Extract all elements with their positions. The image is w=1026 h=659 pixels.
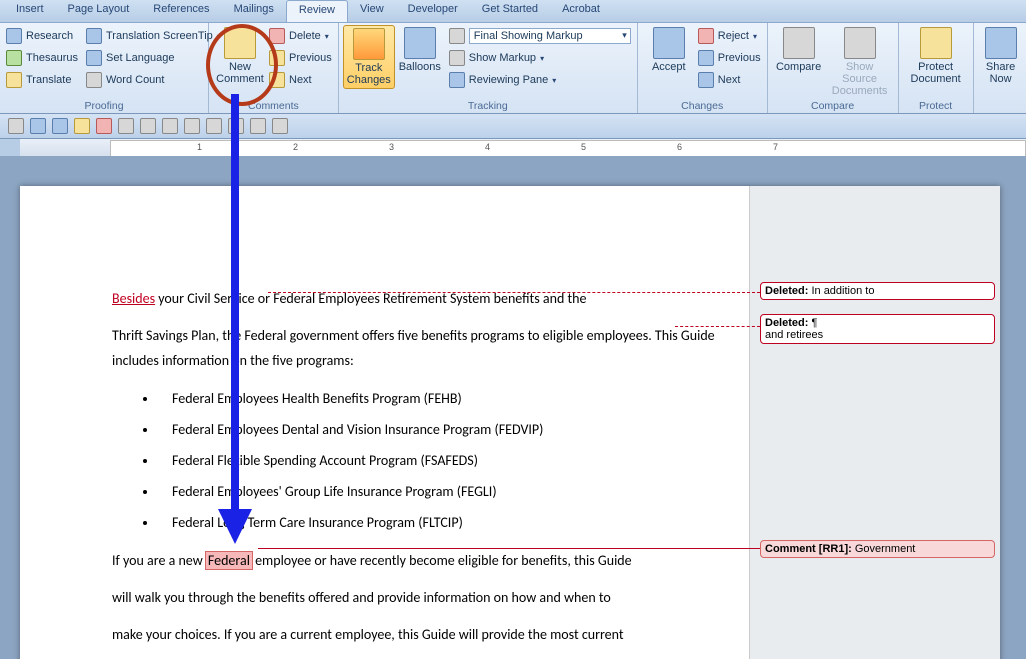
qat-align-icon[interactable] bbox=[184, 118, 200, 134]
quick-toolbar bbox=[0, 114, 1026, 139]
qat-save-icon[interactable] bbox=[206, 118, 222, 134]
tab-references[interactable]: References bbox=[141, 0, 221, 22]
qat-pilcrow-icon[interactable] bbox=[140, 118, 156, 134]
group-protect: Protect Document Protect bbox=[899, 23, 974, 113]
translate-button[interactable]: Translate bbox=[4, 71, 80, 89]
group-protect-title: Protect bbox=[903, 100, 969, 113]
protect-icon bbox=[920, 27, 952, 59]
display-icon bbox=[449, 28, 465, 44]
qat-new-icon[interactable] bbox=[8, 118, 24, 134]
track-changes-button[interactable]: Track Changes bbox=[343, 25, 395, 89]
word-count-button[interactable]: Word Count bbox=[84, 71, 223, 89]
markup-pane: Deleted: In addition to Deleted: ¶ and r… bbox=[749, 186, 1000, 659]
para2: Thrift Savings Plan, the Federal governm… bbox=[112, 323, 732, 373]
list-item: Federal Employees Dental and Vision Insu… bbox=[158, 417, 732, 442]
list-item: Federal Employees Health Benefits Progra… bbox=[158, 386, 732, 411]
reviewing-pane-button[interactable]: Reviewing Pane bbox=[447, 71, 633, 89]
group-tracking-title: Tracking bbox=[343, 100, 633, 113]
group-share: Share Now bbox=[974, 23, 1026, 113]
page: Besides your Civil Service or Federal Em… bbox=[20, 186, 1000, 659]
bullet-list: Federal Employees Health Benefits Progra… bbox=[158, 386, 732, 536]
tab-review[interactable]: Review bbox=[286, 0, 348, 22]
qat-print-icon[interactable] bbox=[228, 118, 244, 134]
list-item: Federal Flexible Spending Account Progra… bbox=[158, 448, 732, 473]
protect-document-button[interactable]: Protect Document bbox=[903, 25, 969, 87]
tab-get-started[interactable]: Get Started bbox=[470, 0, 550, 22]
commented-word[interactable]: Federal bbox=[206, 552, 252, 569]
connector-deleted-2 bbox=[675, 326, 760, 327]
group-proofing: Research Thesaurus Translate Translation… bbox=[0, 23, 209, 113]
tab-page-layout[interactable]: Page Layout bbox=[56, 0, 142, 22]
qat-preview-icon[interactable] bbox=[250, 118, 266, 134]
reject-button[interactable]: Reject bbox=[696, 27, 763, 45]
para3b: employee or have recently become eligibl… bbox=[252, 552, 632, 569]
compare-button[interactable]: Compare bbox=[772, 25, 826, 75]
connector-comment bbox=[258, 548, 760, 549]
balloons-button[interactable]: Balloons bbox=[395, 25, 445, 75]
list-item: Federal Long Term Care Insurance Program… bbox=[158, 510, 732, 535]
group-compare-title: Compare bbox=[772, 100, 894, 113]
thesaurus-button[interactable]: Thesaurus bbox=[4, 49, 80, 67]
qat-options-icon[interactable] bbox=[162, 118, 178, 134]
group-changes-title: Changes bbox=[642, 100, 763, 113]
tab-view[interactable]: View bbox=[348, 0, 396, 22]
group-comments: New Comment Delete Previous Next Comment… bbox=[209, 23, 339, 113]
display-for-review[interactable]: Final Showing Markup bbox=[447, 27, 633, 45]
balloon-deleted-1[interactable]: Deleted: In addition to bbox=[760, 282, 995, 300]
previous-change-button[interactable]: Previous bbox=[696, 49, 763, 67]
next-change-button[interactable]: Next bbox=[696, 71, 763, 89]
inserted-text: Besides bbox=[112, 290, 155, 307]
qat-borders-icon[interactable] bbox=[118, 118, 134, 134]
connector-deleted-1 bbox=[268, 292, 760, 293]
para3a: If you are a new bbox=[112, 552, 206, 569]
tab-acrobat[interactable]: Acrobat bbox=[550, 0, 612, 22]
group-tracking: Track Changes Balloons Final Showing Mar… bbox=[339, 23, 638, 113]
document-area: Besides your Civil Service or Federal Em… bbox=[0, 156, 1026, 659]
new-comment-button[interactable]: New Comment bbox=[213, 25, 267, 87]
show-source-icon bbox=[844, 27, 876, 59]
tab-mailings[interactable]: Mailings bbox=[222, 0, 286, 22]
track-changes-icon bbox=[353, 28, 385, 60]
delete-comment-button[interactable]: Delete bbox=[267, 27, 334, 45]
research-button[interactable]: Research bbox=[4, 27, 80, 45]
show-markup-button[interactable]: Show Markup bbox=[447, 49, 633, 67]
page-text[interactable]: Besides your Civil Service or Federal Em… bbox=[112, 286, 732, 659]
compare-icon bbox=[783, 27, 815, 59]
previous-comment-button[interactable]: Previous bbox=[267, 49, 334, 67]
group-compare: Compare Show Source Documents Compare bbox=[768, 23, 899, 113]
qat-redo-icon[interactable] bbox=[52, 118, 68, 134]
balloons-icon bbox=[404, 27, 436, 59]
group-comments-title: Comments bbox=[213, 100, 334, 113]
ribbon: Research Thesaurus Translate Translation… bbox=[0, 23, 1026, 114]
show-source-documents-button[interactable]: Show Source Documents bbox=[826, 25, 894, 99]
accept-button[interactable]: Accept bbox=[642, 25, 696, 75]
qat-undo-icon[interactable] bbox=[30, 118, 46, 134]
share-now-button[interactable]: Share Now bbox=[978, 25, 1024, 87]
translation-screentip-button[interactable]: Translation ScreenTip bbox=[84, 27, 223, 45]
para5: make your choices. If you are a current … bbox=[112, 622, 732, 647]
para4: will walk you through the benefits offer… bbox=[112, 585, 732, 610]
new-comment-icon bbox=[224, 27, 256, 59]
next-comment-button[interactable]: Next bbox=[267, 71, 334, 89]
set-language-button[interactable]: Set Language bbox=[84, 49, 223, 67]
share-icon bbox=[985, 27, 1017, 59]
group-changes: Accept Reject Previous Next Changes bbox=[638, 23, 768, 113]
qat-spell-icon[interactable] bbox=[272, 118, 288, 134]
tab-insert[interactable]: Insert bbox=[4, 0, 56, 22]
balloon-comment-rr1[interactable]: Comment [RR1]: Government bbox=[760, 540, 995, 558]
list-item: Federal Employees' Group Life Insurance … bbox=[158, 479, 732, 504]
qat-highlight-icon[interactable] bbox=[74, 118, 90, 134]
accept-icon bbox=[653, 27, 685, 59]
balloon-deleted-2[interactable]: Deleted: ¶ and retirees bbox=[760, 314, 995, 344]
qat-font-color-icon[interactable] bbox=[96, 118, 112, 134]
tab-developer[interactable]: Developer bbox=[396, 0, 470, 22]
ribbon-tabs: Insert Page Layout References Mailings R… bbox=[0, 0, 1026, 23]
group-proofing-title: Proofing bbox=[4, 100, 204, 113]
ruler-scale: 1 2 3 4 5 6 7 bbox=[110, 140, 1026, 157]
